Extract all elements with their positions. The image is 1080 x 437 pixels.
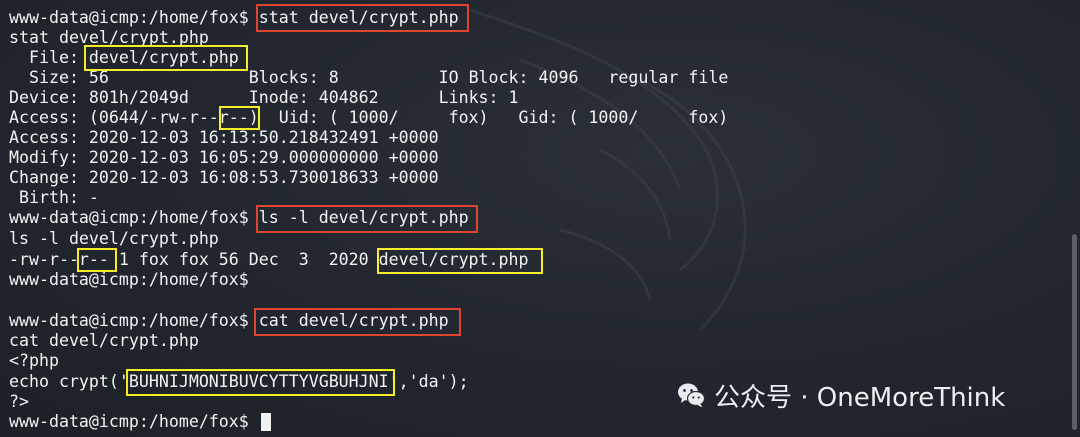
terminal-line: ?> xyxy=(9,392,29,411)
terminal-line: Access: 2020-12-03 16:13:50.218432491 +0… xyxy=(9,128,439,147)
terminal-window[interactable]: www-data@icmp:/home/fox$ stat devel/cryp… xyxy=(0,0,1080,437)
terminal-line: cat devel/crypt.php xyxy=(9,331,199,350)
terminal-line: Access: (0644/-rw-r--r--) Uid: ( 1000/ f… xyxy=(9,108,729,127)
terminal-line: Birth: - xyxy=(9,188,99,207)
watermark: 公众号 · OneMoreThink xyxy=(676,377,1005,413)
wechat-icon xyxy=(678,383,706,408)
terminal-line: www-data@icmp:/home/fox$ stat devel/cryp… xyxy=(9,8,459,27)
terminal-line: File: devel/crypt.php xyxy=(9,48,239,67)
terminal-line: ls -l devel/crypt.php xyxy=(9,229,219,248)
terminal-line: www-data@icmp:/home/fox$ xyxy=(9,270,259,289)
terminal-line: Modify: 2020-12-03 16:05:29.000000000 +0… xyxy=(9,148,439,167)
terminal-line: <?php xyxy=(9,351,59,370)
terminal-line: echo crypt('BUHNIJMONIBUVCYTTYVGBUHJNI',… xyxy=(9,372,469,391)
terminal-line: www-data@icmp:/home/fox$ ls -l devel/cry… xyxy=(9,208,469,227)
terminal-line: stat devel/crypt.php xyxy=(9,28,209,47)
watermark-text: 公众号 · OneMoreThink xyxy=(714,382,1006,413)
terminal-line: -rw-r--r-- 1 fox fox 56 Dec 3 2020 devel… xyxy=(9,250,529,269)
terminal-line: Change: 2020-12-03 16:08:53.730018633 +0… xyxy=(9,168,439,187)
terminal-line: www-data@icmp:/home/fox$ xyxy=(9,412,259,431)
terminal-line: www-data@icmp:/home/fox$ cat devel/crypt… xyxy=(9,311,449,330)
terminal-line: Size: 56 Blocks: 8 IO Block: 4096 regula… xyxy=(9,68,729,87)
terminal-cursor xyxy=(261,413,271,431)
scrollbar[interactable] xyxy=(1072,234,1077,430)
terminal-line: Device: 801h/2049d Inode: 404862 Links: … xyxy=(9,88,519,107)
